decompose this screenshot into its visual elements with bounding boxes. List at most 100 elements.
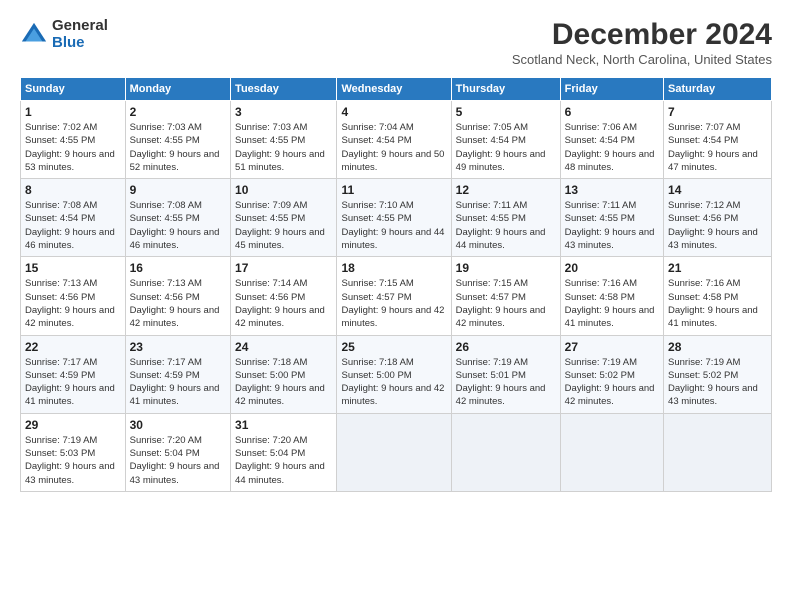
day-number: 22: [25, 340, 121, 354]
col-header-saturday: Saturday: [664, 78, 772, 101]
week-row-2: 8 Sunrise: 7:08 AMSunset: 4:54 PMDaylight…: [21, 179, 772, 257]
day-number: 15: [25, 261, 121, 275]
cell-2-7: 14 Sunrise: 7:12 AMSunset: 4:56 PMDayligh…: [664, 179, 772, 257]
day-info: Sunrise: 7:03 AMSunset: 4:55 PMDaylight:…: [130, 121, 226, 174]
day-number: 28: [668, 340, 767, 354]
calendar-table: SundayMondayTuesdayWednesdayThursdayFrid…: [20, 77, 772, 492]
cell-5-1: 29 Sunrise: 7:19 AMSunset: 5:03 PMDayligh…: [21, 413, 126, 491]
day-info: Sunrise: 7:20 AMSunset: 5:04 PMDaylight:…: [235, 434, 332, 487]
cell-2-1: 8 Sunrise: 7:08 AMSunset: 4:54 PMDaylight…: [21, 179, 126, 257]
day-info: Sunrise: 7:11 AMSunset: 4:55 PMDaylight:…: [565, 199, 659, 252]
cell-2-5: 12 Sunrise: 7:11 AMSunset: 4:55 PMDayligh…: [451, 179, 560, 257]
day-number: 29: [25, 418, 121, 432]
day-info: Sunrise: 7:20 AMSunset: 5:04 PMDaylight:…: [130, 434, 226, 487]
day-number: 24: [235, 340, 332, 354]
cell-3-3: 17Sunrise: 7:14 AMSunset: 4:56 PMDayligh…: [231, 257, 337, 335]
day-number: 19: [456, 261, 556, 275]
day-number: 20: [565, 261, 659, 275]
cell-2-6: 13 Sunrise: 7:11 AMSunset: 4:55 PMDayligh…: [560, 179, 663, 257]
cell-3-4: 18 Sunrise: 7:15 AMSunset: 4:57 PMDayligh…: [337, 257, 451, 335]
week-row-1: 1 Sunrise: 7:02 AMSunset: 4:55 PMDaylight…: [21, 101, 772, 179]
cell-2-4: 11Sunrise: 7:10 AMSunset: 4:55 PMDayligh…: [337, 179, 451, 257]
cell-3-6: 20 Sunrise: 7:16 AMSunset: 4:58 PMDayligh…: [560, 257, 663, 335]
cell-4-4: 25Sunrise: 7:18 AMSunset: 5:00 PMDayligh…: [337, 335, 451, 413]
day-number: 26: [456, 340, 556, 354]
day-info: Sunrise: 7:12 AMSunset: 4:56 PMDaylight:…: [668, 199, 767, 252]
day-info: Sunrise: 7:17 AMSunset: 4:59 PMDaylight:…: [25, 356, 121, 409]
logo-icon: [20, 21, 48, 49]
day-info: Sunrise: 7:05 AMSunset: 4:54 PMDaylight:…: [456, 121, 556, 174]
day-number: 8: [25, 183, 121, 197]
header-row: SundayMondayTuesdayWednesdayThursdayFrid…: [21, 78, 772, 101]
day-number: 21: [668, 261, 767, 275]
day-number: 16: [130, 261, 226, 275]
day-info: Sunrise: 7:15 AMSunset: 4:57 PMDaylight:…: [456, 277, 556, 330]
cell-3-1: 15 Sunrise: 7:13 AMSunset: 4:56 PMDayligh…: [21, 257, 126, 335]
day-number: 7: [668, 105, 767, 119]
cell-5-5: [451, 413, 560, 491]
cell-5-3: 31 Sunrise: 7:20 AMSunset: 5:04 PMDayligh…: [231, 413, 337, 491]
cell-5-7: [664, 413, 772, 491]
day-number: 23: [130, 340, 226, 354]
day-number: 14: [668, 183, 767, 197]
cell-2-3: 10 Sunrise: 7:09 AMSunset: 4:55 PMDayligh…: [231, 179, 337, 257]
cell-3-5: 19 Sunrise: 7:15 AMSunset: 4:57 PMDayligh…: [451, 257, 560, 335]
day-info: Sunrise: 7:19 AMSunset: 5:02 PMDaylight:…: [668, 356, 767, 409]
day-info: Sunrise: 7:09 AMSunset: 4:55 PMDaylight:…: [235, 199, 332, 252]
day-info: Sunrise: 7:15 AMSunset: 4:57 PMDaylight:…: [341, 277, 446, 330]
cell-4-1: 22 Sunrise: 7:17 AMSunset: 4:59 PMDayligh…: [21, 335, 126, 413]
cell-4-5: 26 Sunrise: 7:19 AMSunset: 5:01 PMDayligh…: [451, 335, 560, 413]
logo-blue: Blue: [52, 35, 108, 52]
cell-4-2: 23Sunrise: 7:17 AMSunset: 4:59 PMDayligh…: [125, 335, 230, 413]
day-info: Sunrise: 7:04 AMSunset: 4:54 PMDaylight:…: [341, 121, 446, 174]
cell-1-6: 6Sunrise: 7:06 AMSunset: 4:54 PMDaylight…: [560, 101, 663, 179]
cell-5-4: [337, 413, 451, 491]
day-info: Sunrise: 7:19 AMSunset: 5:03 PMDaylight:…: [25, 434, 121, 487]
title-block: December 2024 Scotland Neck, North Carol…: [512, 18, 772, 67]
day-number: 31: [235, 418, 332, 432]
logo: General Blue: [20, 18, 108, 51]
cell-4-6: 27Sunrise: 7:19 AMSunset: 5:02 PMDayligh…: [560, 335, 663, 413]
day-number: 5: [456, 105, 556, 119]
day-info: Sunrise: 7:07 AMSunset: 4:54 PMDaylight:…: [668, 121, 767, 174]
day-info: Sunrise: 7:11 AMSunset: 4:55 PMDaylight:…: [456, 199, 556, 252]
col-header-thursday: Thursday: [451, 78, 560, 101]
week-row-3: 15 Sunrise: 7:13 AMSunset: 4:56 PMDayligh…: [21, 257, 772, 335]
day-info: Sunrise: 7:08 AMSunset: 4:54 PMDaylight:…: [25, 199, 121, 252]
header: General Blue December 2024 Scotland Neck…: [20, 18, 772, 67]
day-info: Sunrise: 7:19 AMSunset: 5:01 PMDaylight:…: [456, 356, 556, 409]
day-number: 2: [130, 105, 226, 119]
cell-1-2: 2 Sunrise: 7:03 AMSunset: 4:55 PMDaylight…: [125, 101, 230, 179]
cell-5-2: 30Sunrise: 7:20 AMSunset: 5:04 PMDayligh…: [125, 413, 230, 491]
cell-1-4: 4Sunrise: 7:04 AMSunset: 4:54 PMDaylight…: [337, 101, 451, 179]
day-info: Sunrise: 7:18 AMSunset: 5:00 PMDaylight:…: [341, 356, 446, 409]
cell-3-7: 21 Sunrise: 7:16 AMSunset: 4:58 PMDayligh…: [664, 257, 772, 335]
logo-general: General: [52, 18, 108, 35]
day-number: 17: [235, 261, 332, 275]
col-header-monday: Monday: [125, 78, 230, 101]
day-info: Sunrise: 7:02 AMSunset: 4:55 PMDaylight:…: [25, 121, 121, 174]
day-info: Sunrise: 7:16 AMSunset: 4:58 PMDaylight:…: [668, 277, 767, 330]
day-number: 10: [235, 183, 332, 197]
cell-1-7: 7 Sunrise: 7:07 AMSunset: 4:54 PMDaylight…: [664, 101, 772, 179]
day-number: 9: [130, 183, 226, 197]
day-number: 12: [456, 183, 556, 197]
day-number: 3: [235, 105, 332, 119]
day-number: 18: [341, 261, 446, 275]
col-header-wednesday: Wednesday: [337, 78, 451, 101]
day-info: Sunrise: 7:16 AMSunset: 4:58 PMDaylight:…: [565, 277, 659, 330]
day-info: Sunrise: 7:08 AMSunset: 4:55 PMDaylight:…: [130, 199, 226, 252]
day-number: 11: [341, 183, 446, 197]
day-info: Sunrise: 7:19 AMSunset: 5:02 PMDaylight:…: [565, 356, 659, 409]
sub-title: Scotland Neck, North Carolina, United St…: [512, 52, 772, 67]
day-number: 13: [565, 183, 659, 197]
col-header-tuesday: Tuesday: [231, 78, 337, 101]
logo-text: General Blue: [52, 18, 108, 51]
day-info: Sunrise: 7:18 AMSunset: 5:00 PMDaylight:…: [235, 356, 332, 409]
day-number: 1: [25, 105, 121, 119]
day-info: Sunrise: 7:13 AMSunset: 4:56 PMDaylight:…: [25, 277, 121, 330]
col-header-friday: Friday: [560, 78, 663, 101]
cell-1-3: 3Sunrise: 7:03 AMSunset: 4:55 PMDaylight…: [231, 101, 337, 179]
cell-3-2: 16Sunrise: 7:13 AMSunset: 4:56 PMDayligh…: [125, 257, 230, 335]
cell-4-7: 28 Sunrise: 7:19 AMSunset: 5:02 PMDayligh…: [664, 335, 772, 413]
